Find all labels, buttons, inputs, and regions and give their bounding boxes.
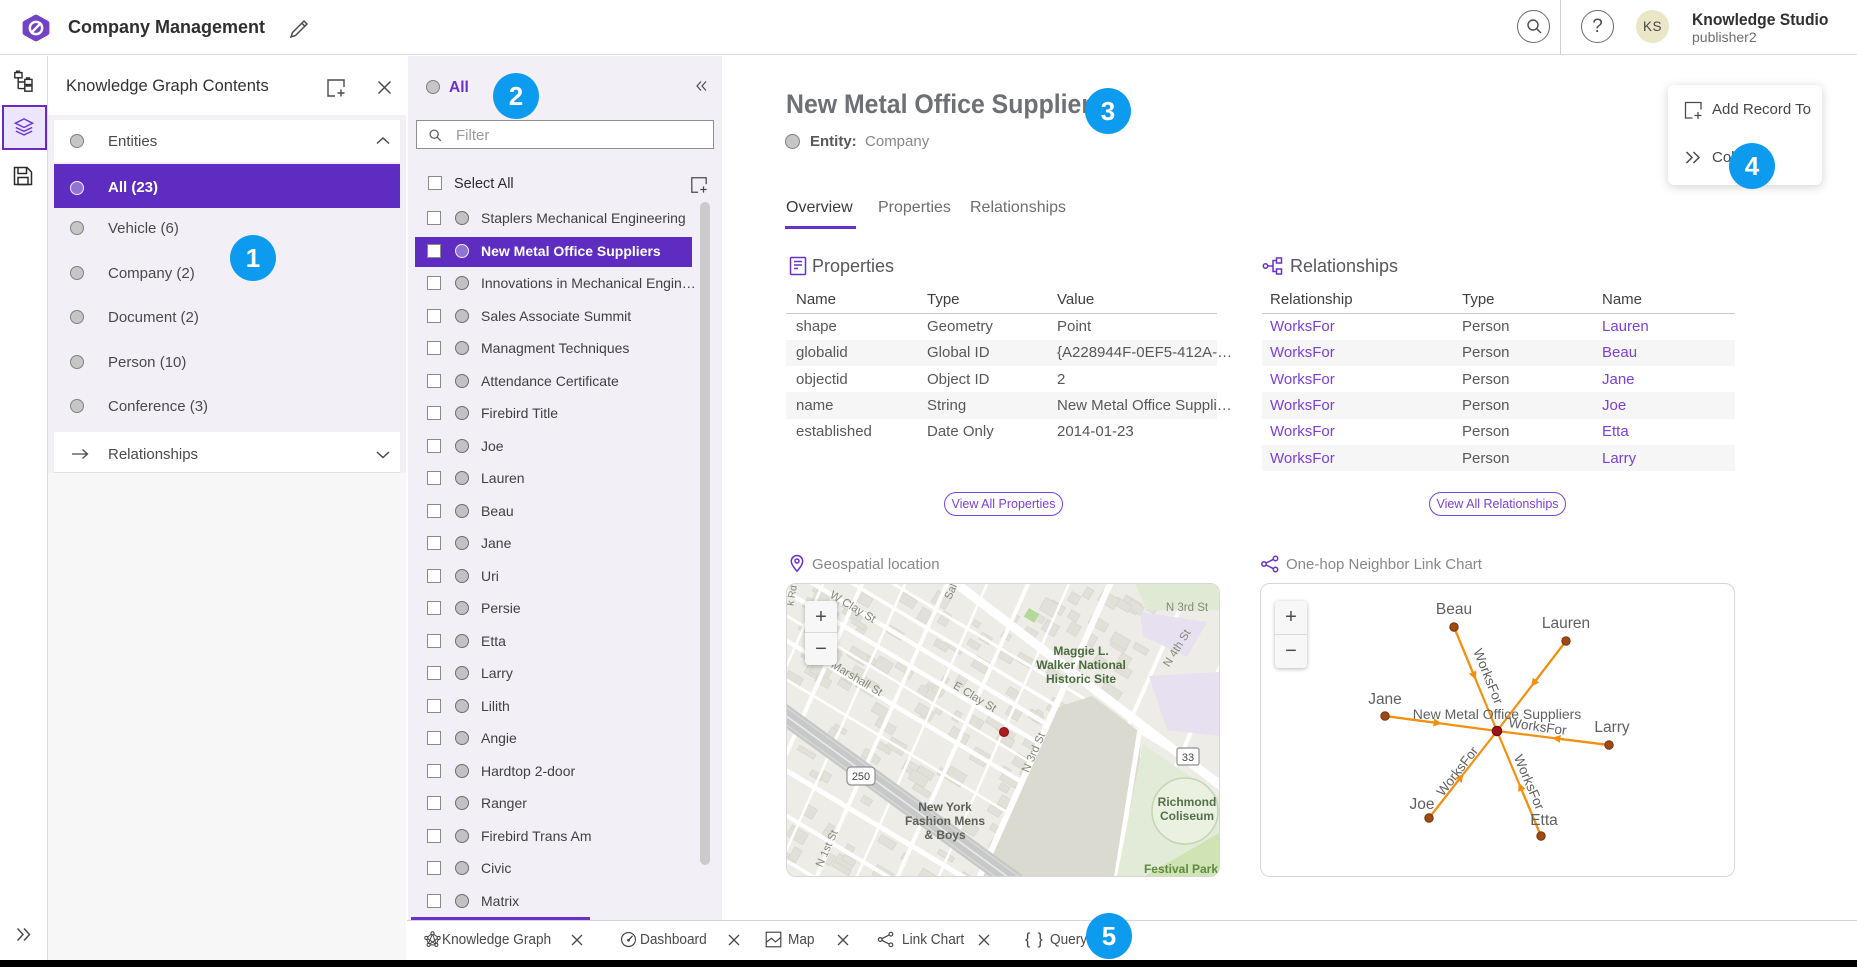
svg-text:Etta: Etta (1530, 812, 1558, 829)
svg-text:Lauren: Lauren (1542, 615, 1590, 632)
svg-text:Fashion Mens: Fashion Mens (905, 814, 985, 828)
svg-text:New York: New York (918, 800, 972, 814)
svg-text:Jane: Jane (1368, 691, 1402, 708)
svg-text:Richmond: Richmond (1158, 795, 1217, 809)
svg-text:WorksFor: WorksFor (1470, 646, 1506, 706)
svg-text:N 3rd St: N 3rd St (1166, 602, 1209, 614)
svg-text:Coliseum: Coliseum (1160, 809, 1214, 823)
svg-text:33: 33 (1182, 752, 1194, 764)
svg-text:Joe: Joe (1410, 796, 1435, 813)
svg-text:Festival Park: Festival Park (1144, 862, 1218, 876)
svg-text:Beau: Beau (1436, 601, 1472, 618)
svg-text:& Boys: & Boys (924, 828, 966, 842)
svg-text:Walker National: Walker National (1036, 658, 1126, 672)
svg-text:WorksFor: WorksFor (1434, 743, 1482, 799)
svg-text:Historic Site: Historic Site (1046, 672, 1116, 686)
svg-text:Larry: Larry (1594, 719, 1630, 736)
svg-text:Maggie L.: Maggie L. (1053, 644, 1108, 658)
svg-text:WorksFor: WorksFor (1511, 752, 1548, 812)
svg-text:250: 250 (852, 771, 870, 783)
svg-text:New Metal Office Suppliers: New Metal Office Suppliers (1413, 706, 1582, 722)
